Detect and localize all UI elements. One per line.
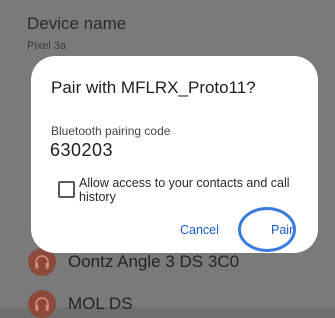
contacts-access-checkbox[interactable] bbox=[58, 181, 75, 198]
device-name-label: Oontz Angle 3 DS 3C0 bbox=[68, 252, 240, 271]
pairing-code-label: Bluetooth pairing code bbox=[51, 124, 171, 138]
device-list-item[interactable]: MOL DS bbox=[28, 290, 133, 318]
cancel-button[interactable]: Cancel bbox=[180, 223, 219, 237]
contacts-access-label[interactable]: Allow access to your contacts and call h… bbox=[79, 176, 309, 204]
device-name-value: Pixel 3a bbox=[27, 40, 67, 52]
headphones-icon bbox=[28, 290, 56, 318]
device-name-title: Device name bbox=[27, 14, 127, 33]
pair-highlight-ring bbox=[238, 207, 296, 252]
device-name-label: MOL DS bbox=[68, 294, 133, 313]
dialog-title: Pair with MFLRX_Proto11? bbox=[51, 78, 256, 97]
pairing-code-value: 630203 bbox=[50, 140, 114, 160]
